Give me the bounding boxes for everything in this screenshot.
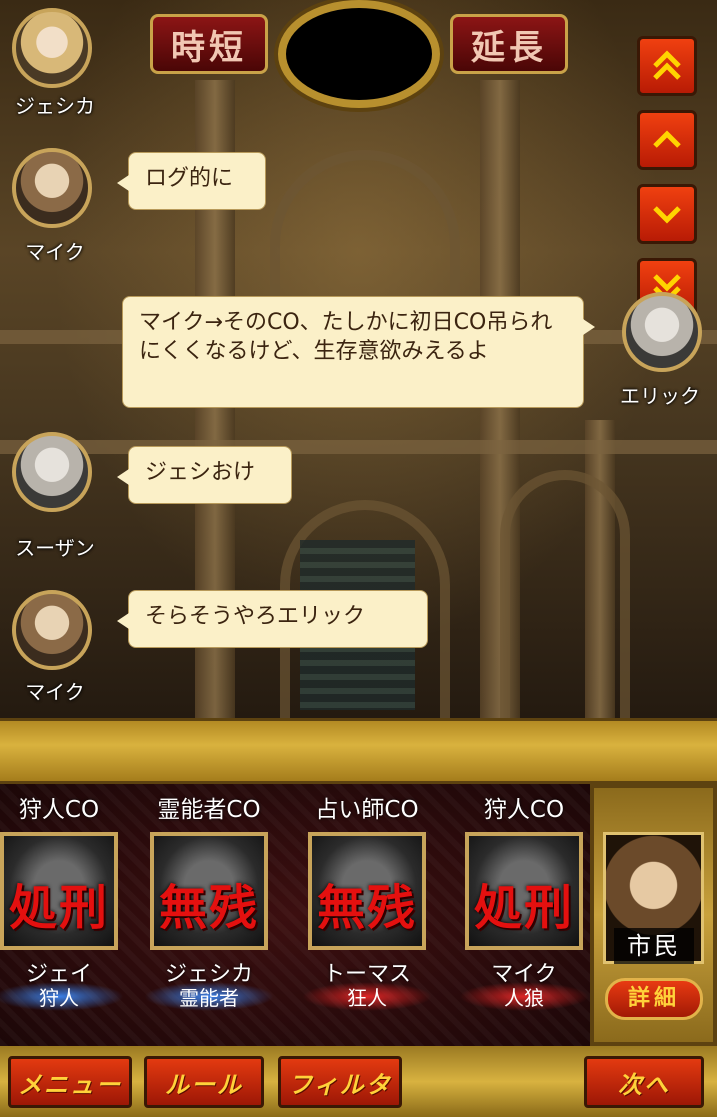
player-role: 人狼: [459, 982, 589, 1011]
avatar[interactable]: [12, 8, 92, 88]
shorten-time-button[interactable]: 時短: [150, 14, 268, 74]
status-stamp: 処刑: [473, 880, 574, 936]
avatar[interactable]: [12, 590, 92, 670]
self-panel: 市民 詳細: [590, 784, 717, 1046]
speaker-name: マイク: [25, 240, 85, 264]
speaker-name: エリック: [620, 384, 700, 408]
chat-bubble: マイク→そのCO、たしかに初日CO吊られにくくなるけど、生存意欲みえるよ: [122, 296, 595, 408]
player-card[interactable]: 霊能者CO 無残 ジェシカ 霊能者: [130, 784, 288, 1046]
self-role: 市民: [614, 928, 694, 964]
status-stamp: 無残: [158, 880, 259, 936]
double-chevron-up-icon: [653, 50, 681, 80]
scroll-top-button[interactable]: [637, 36, 697, 96]
rules-button[interactable]: ルール: [144, 1056, 264, 1108]
speaker-name: スーザン: [15, 536, 95, 560]
chevron-down-icon: [653, 206, 681, 224]
scroll-up-button[interactable]: [637, 110, 697, 170]
co-label: 狩人CO: [483, 797, 565, 823]
chat-bubble: ジェシおけ: [117, 446, 292, 504]
extend-time-button[interactable]: 延長: [450, 14, 568, 74]
chevron-up-icon: [653, 130, 681, 148]
status-stamp: 無残: [316, 880, 417, 936]
speaker-name: ジェシカ: [15, 94, 95, 118]
speaker-name: マイク: [25, 680, 85, 704]
bottom-bar: メニュー ルール フィルタ 次へ: [0, 1046, 717, 1117]
menu-button[interactable]: メニュー: [8, 1056, 132, 1108]
co-label: 狩人CO: [18, 797, 100, 823]
player-card[interactable]: 狩人CO 処刑 マイク 人狼: [445, 784, 603, 1046]
avatar[interactable]: [12, 432, 92, 512]
player-card[interactable]: 占い師CO 無残 トーマス 狂人: [288, 784, 446, 1046]
co-label: 霊能者CO: [157, 797, 261, 823]
player-role: 霊能者: [144, 982, 274, 1011]
detail-button[interactable]: 詳細: [605, 978, 703, 1020]
divider-band: [0, 718, 717, 784]
status-stamp: 処刑: [8, 880, 109, 936]
top-bar: 時短 延長: [0, 0, 717, 108]
filter-button[interactable]: フィルタ: [278, 1056, 402, 1108]
player-card[interactable]: 狩人CO 処刑 ジェイ 狩人: [0, 784, 138, 1046]
arch: [500, 470, 630, 718]
balcony-rail: [0, 440, 717, 454]
player-role: 狂人: [302, 982, 432, 1011]
avatar[interactable]: [622, 292, 702, 372]
chat-bubble: ログ的に: [117, 152, 266, 210]
player-role: 狩人: [0, 982, 124, 1011]
co-label: 占い師CO: [315, 797, 419, 823]
scroll-down-button[interactable]: [637, 184, 697, 244]
avatar[interactable]: [12, 148, 92, 228]
player-list: 狩人CO 処刑 ジェイ 狩人 霊能者CO 無残 ジェシカ 霊能者 占い師CO 無…: [0, 784, 590, 1046]
timer-portal: [278, 0, 440, 108]
chat-bubble: そらそうやろエリック: [117, 590, 428, 648]
next-button[interactable]: 次へ: [584, 1056, 704, 1108]
